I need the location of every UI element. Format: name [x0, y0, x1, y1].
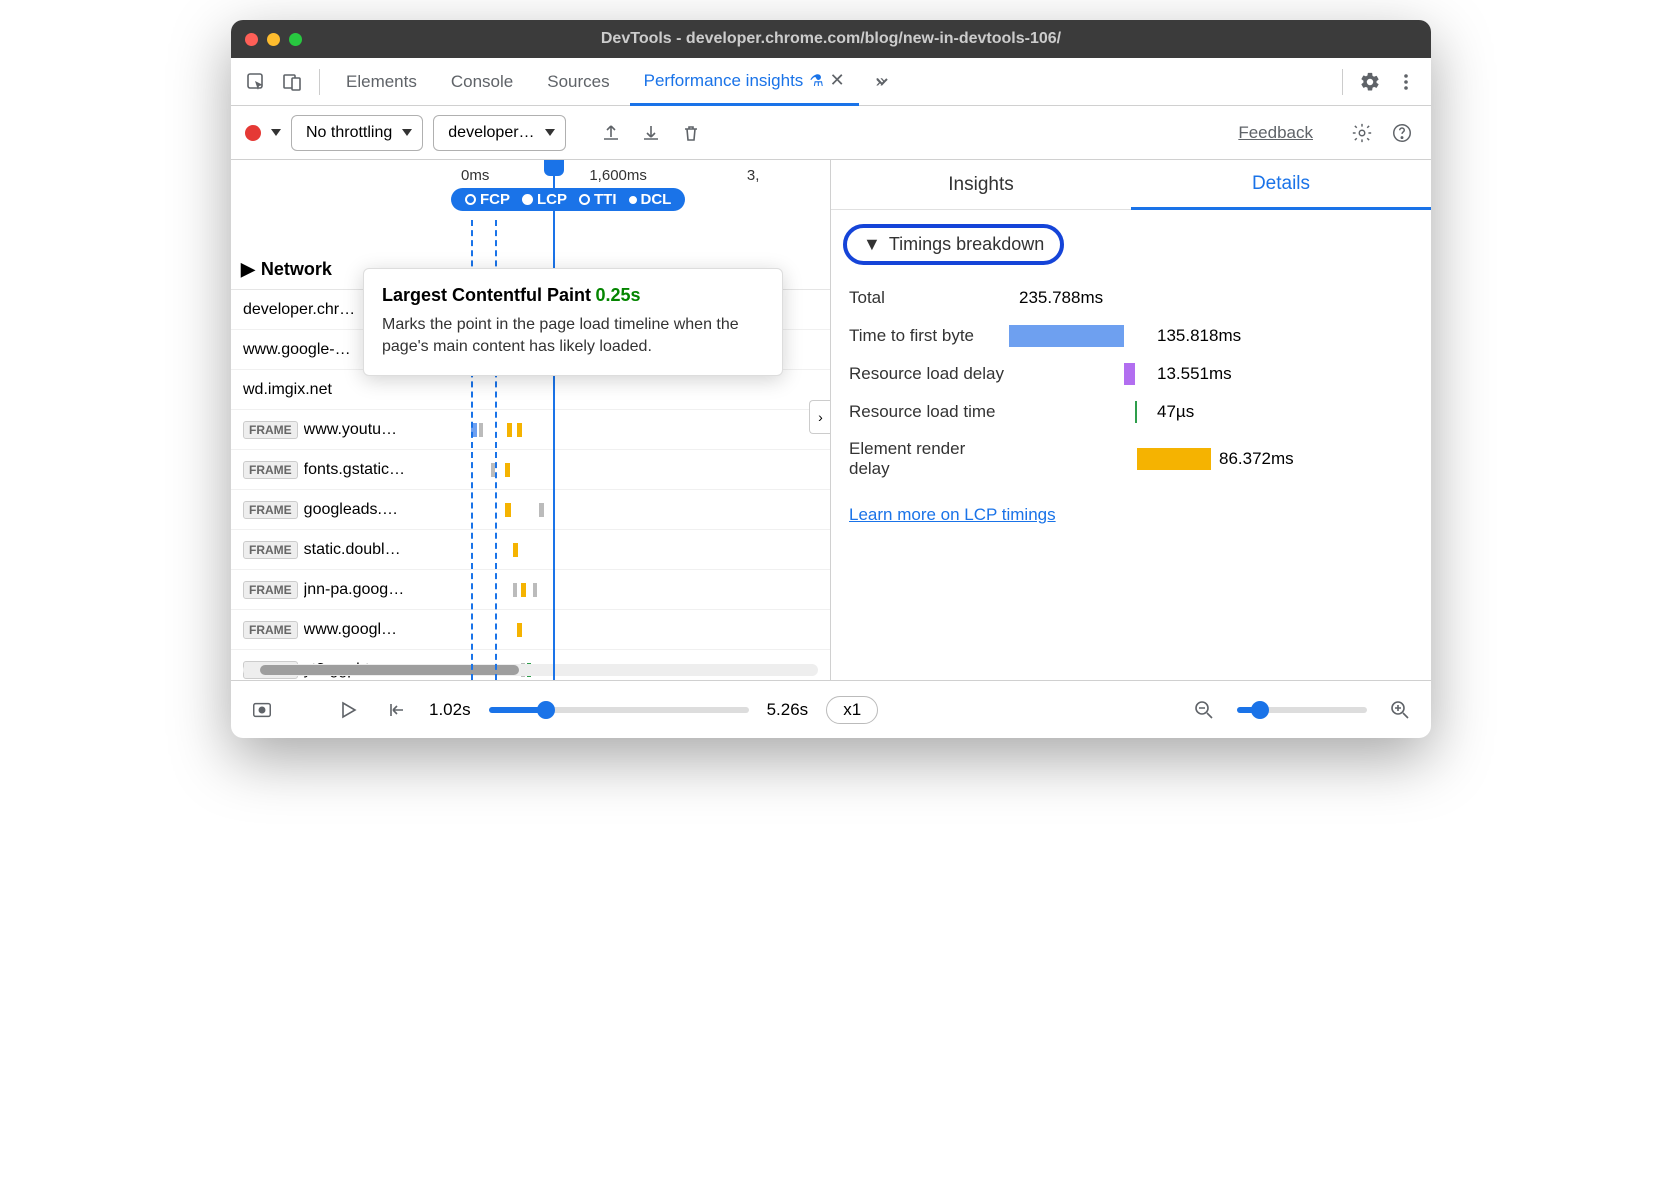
record-menu-icon[interactable] [271, 129, 281, 136]
chevron-down-icon [402, 129, 412, 136]
timings-list: Total 235.788ms Time to first byte 135.8… [849, 279, 1425, 487]
timing-value: 86.372ms [1219, 449, 1294, 469]
ruler-tick: 1,600ms [589, 167, 647, 184]
chevron-down-icon [545, 129, 555, 136]
tab-console[interactable]: Console [437, 58, 527, 106]
tooltip-title: Largest Contentful Paint [382, 285, 591, 305]
tooltip-time: 0.25s [595, 285, 640, 305]
origin-value: developer… [448, 124, 534, 142]
timings-breakdown-header[interactable]: ▼ Timings breakdown [843, 224, 1064, 265]
devtools-window: DevTools - developer.chrome.com/blog/new… [231, 20, 1431, 738]
timeline-pane: 0ms 1,600ms 3, FCP LCP TTI DCL ▶ Network… [231, 160, 831, 680]
throttling-value: No throttling [306, 124, 392, 142]
playback-speed[interactable]: x1 [826, 696, 878, 724]
timing-row-rld: Resource load delay 13.551ms [849, 355, 1425, 393]
network-label: Network [261, 259, 332, 280]
download-icon[interactable] [636, 118, 666, 148]
main-content: 0ms 1,600ms 3, FCP LCP TTI DCL ▶ Network… [231, 160, 1431, 680]
tab-performance-insights[interactable]: Performance insights ⚗ ✕ [630, 58, 859, 106]
play-icon[interactable] [333, 695, 363, 725]
details-pane: Insights Details ▼ Timings breakdown Tot… [831, 160, 1431, 680]
collapse-icon: ▼ [863, 234, 881, 255]
tab-details[interactable]: Details [1131, 160, 1431, 210]
insights-toolbar: No throttling developer… Feedback [231, 106, 1431, 160]
timing-value: 13.551ms [1157, 364, 1232, 384]
time-start: 1.02s [429, 700, 471, 720]
network-row[interactable]: FRAMEwww.youtu… [231, 410, 830, 450]
network-row[interactable]: FRAMEjnn-pa.goog… [231, 570, 830, 610]
delete-icon[interactable] [676, 118, 706, 148]
ruler-tick: 3, [747, 167, 760, 184]
badge-dcl[interactable]: DCL [623, 191, 678, 208]
window-minimize-icon[interactable] [267, 33, 280, 46]
expand-right-icon[interactable]: › [809, 400, 831, 434]
ruler-tick: 0ms [461, 167, 489, 184]
inspect-icon[interactable] [241, 67, 271, 97]
network-row[interactable]: wd.imgix.net [231, 370, 830, 410]
feedback-link[interactable]: Feedback [1238, 123, 1313, 143]
learn-more-link[interactable]: Learn more on LCP timings [849, 505, 1431, 525]
timing-value: 47µs [1157, 402, 1194, 422]
expand-icon: ▶ [241, 259, 255, 280]
time-slider[interactable] [489, 707, 749, 713]
playhead-line [553, 160, 555, 680]
tooltip-body: Marks the point in the page load timelin… [382, 314, 764, 359]
time-end: 5.26s [767, 700, 809, 720]
timing-row-total: Total 235.788ms [849, 279, 1425, 317]
timing-value: 135.818ms [1157, 326, 1241, 346]
right-tabs: Insights Details [831, 160, 1431, 210]
titlebar: DevTools - developer.chrome.com/blog/new… [231, 20, 1431, 58]
badge-fcp[interactable]: FCP [459, 191, 516, 208]
window-title: DevTools - developer.chrome.com/blog/new… [231, 30, 1431, 48]
device-toggle-icon[interactable] [277, 67, 307, 97]
network-row[interactable]: FRAMEstatic.doubl… [231, 530, 830, 570]
horizontal-scrollbar[interactable] [243, 664, 818, 676]
origin-select[interactable]: developer… [433, 115, 565, 151]
metric-badges: FCP LCP TTI DCL [451, 188, 685, 211]
tab-elements[interactable]: Elements [332, 58, 431, 106]
rewind-icon[interactable] [381, 695, 411, 725]
panel-settings-icon[interactable] [1347, 118, 1377, 148]
upload-icon[interactable] [596, 118, 626, 148]
tab-insights[interactable]: Insights [831, 160, 1131, 209]
network-row[interactable]: FRAMEwww.googl… [231, 610, 830, 650]
more-tabs-icon[interactable]: » [865, 67, 895, 97]
time-ruler: 0ms 1,600ms 3, [231, 160, 830, 190]
timing-row-rlt: Resource load time 47µs [849, 393, 1425, 431]
kebab-menu-icon[interactable] [1391, 67, 1421, 97]
lcp-tooltip: Largest Contentful Paint 0.25s Marks the… [363, 268, 783, 376]
main-tabbar: Elements Console Sources Performance ins… [231, 58, 1431, 106]
help-icon[interactable] [1387, 118, 1417, 148]
network-row[interactable]: FRAMEfonts.gstatic… [231, 450, 830, 490]
tab-label: Performance insights [644, 71, 804, 91]
record-button[interactable] [245, 125, 261, 141]
tab-sources[interactable]: Sources [533, 58, 623, 106]
preview-icon[interactable] [247, 695, 277, 725]
window-zoom-icon[interactable] [289, 33, 302, 46]
record-icon [245, 125, 261, 141]
divider [1342, 69, 1343, 95]
settings-gear-icon[interactable] [1355, 67, 1385, 97]
close-tab-icon[interactable]: ✕ [830, 70, 845, 91]
accordion-label: Timings breakdown [889, 234, 1044, 255]
badge-lcp[interactable]: LCP [516, 191, 573, 208]
timing-row-ttfb: Time to first byte 135.818ms [849, 317, 1425, 355]
experiment-icon: ⚗ [809, 71, 823, 91]
badge-tti[interactable]: TTI [573, 191, 623, 208]
zoom-slider[interactable] [1237, 707, 1367, 713]
playhead-handle[interactable] [544, 160, 564, 176]
divider [319, 69, 320, 95]
zoom-in-icon[interactable] [1385, 695, 1415, 725]
throttling-select[interactable]: No throttling [291, 115, 423, 151]
network-row[interactable]: FRAMEgoogleads.… [231, 490, 830, 530]
zoom-out-icon[interactable] [1189, 695, 1219, 725]
window-close-icon[interactable] [245, 33, 258, 46]
timing-row-erd: Element render delay 86.372ms [849, 431, 1425, 487]
playback-footer: 1.02s 5.26s x1 [231, 680, 1431, 738]
